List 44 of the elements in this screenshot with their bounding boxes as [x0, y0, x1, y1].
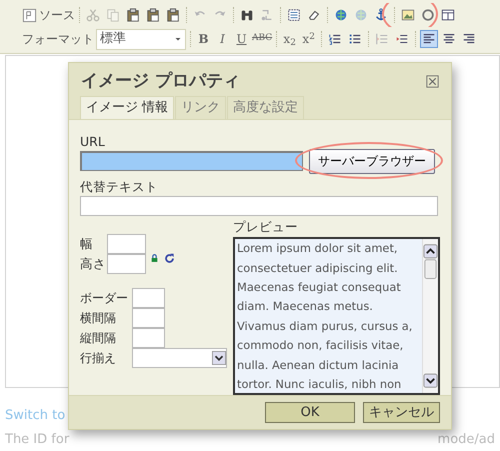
server-browser-button[interactable]: サーバーブラウザー	[309, 148, 435, 174]
scrollbar[interactable]	[422, 239, 438, 394]
superscript-button[interactable]: x$^{2}$	[300, 30, 318, 48]
field-label: 幅	[80, 235, 94, 254]
spacing-field[interactable]	[132, 308, 165, 328]
alt-text-label: 代替テキスト	[80, 178, 159, 196]
format-select[interactable]: 標準	[96, 28, 186, 50]
url-field[interactable]	[80, 151, 303, 172]
source-button[interactable]: ソース	[22, 6, 75, 24]
size-field[interactable]	[107, 234, 146, 254]
field-label: 行揃え	[80, 350, 117, 368]
cancel-button[interactable]: キャンセル	[363, 402, 440, 424]
dialog-tab[interactable]: リンク	[175, 96, 226, 119]
underline-button[interactable]: U	[233, 30, 250, 48]
caret-icon	[212, 349, 226, 368]
spacing-field[interactable]	[132, 288, 165, 308]
format-label: フォーマット	[22, 31, 94, 48]
dialog-title: イメージ プロパティ	[81, 70, 240, 93]
dialog-tab[interactable]: イメージ 情報	[80, 96, 174, 119]
bold-button[interactable]: B	[195, 30, 212, 48]
italic-button[interactable]: I	[214, 30, 231, 48]
spacing-field[interactable]	[132, 328, 165, 348]
preview-text: Lorem ipsum dolor sit amet, consectetuer adipiscing elit. Maecenas feugiat consequat diam. Maecenas metus. Vivamus diam purus, cursus a, commodo non, facilisis vitae, nulla. Aenean dictum lacinia tortor. Nunc iaculis, nibh non	[236, 240, 414, 393]
field-label: ボーダー	[80, 290, 129, 308]
preview-label: プレビュー	[233, 218, 299, 236]
dialog-tab[interactable]: 高度な設定	[227, 96, 304, 119]
lock-icon[interactable]	[150, 253, 159, 264]
note-text: The ID for	[5, 430, 70, 448]
refresh-icon[interactable]	[164, 252, 175, 264]
strikethrough-button[interactable]: ABC	[252, 32, 272, 46]
size-field[interactable]	[107, 254, 146, 274]
align-left-icon[interactable]	[420, 30, 438, 48]
ok-button[interactable]: OK	[265, 402, 355, 424]
close-icon[interactable]	[426, 75, 439, 88]
caret-icon	[174, 35, 182, 43]
url-label: URL	[80, 132, 106, 151]
field-label: 縦間隔	[80, 330, 117, 348]
field-label: 横間隔	[80, 310, 117, 328]
alt-text-field[interactable]	[80, 196, 438, 216]
source-icon	[22, 8, 37, 22]
field-label: 高さ	[80, 255, 107, 274]
subscript-button[interactable]: x$_{2}$	[281, 30, 298, 48]
align-select[interactable]	[132, 348, 227, 368]
note-text: mode/ad	[438, 430, 495, 448]
